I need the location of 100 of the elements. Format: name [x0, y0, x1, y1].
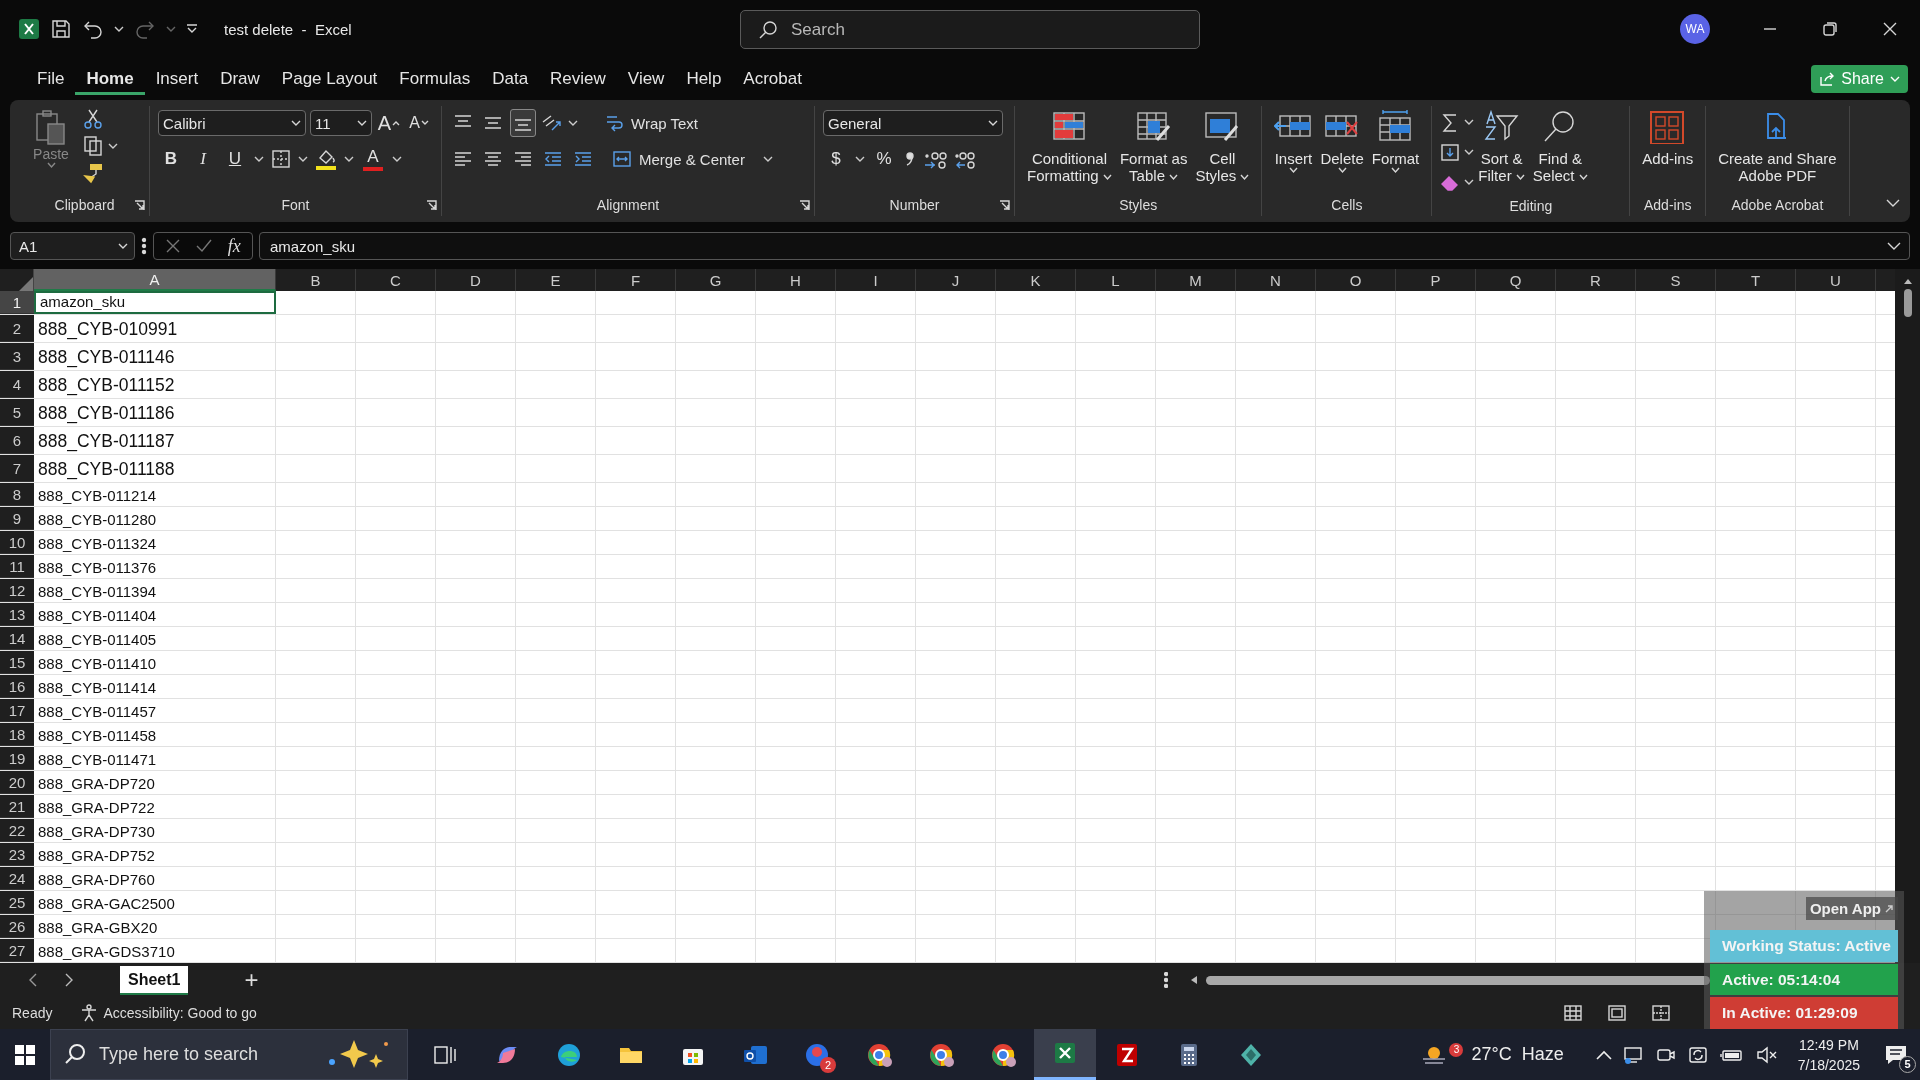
font-dropdown[interactable]: Calibri: [158, 110, 306, 136]
close-icon[interactable]: [1883, 22, 1897, 36]
cut-icon[interactable]: [82, 108, 104, 130]
normal-view-icon[interactable]: [1564, 1005, 1582, 1021]
customize-icon[interactable]: [186, 23, 198, 35]
wrap-text-button[interactable]: Wrap Text: [604, 109, 698, 137]
open-app-link[interactable]: Open App: [1805, 897, 1898, 920]
ribbon-button[interactable]: Format as Table: [1115, 108, 1192, 184]
column-header[interactable]: T: [1716, 269, 1796, 291]
menu-tab[interactable]: Data: [481, 63, 540, 95]
italic-button[interactable]: I: [190, 145, 216, 173]
percent-button[interactable]: %: [871, 145, 897, 173]
ribbon-button[interactable]: Insert: [1270, 108, 1317, 174]
ribbon-button[interactable]: Conditional Formatting: [1023, 108, 1116, 184]
row-header[interactable]: 16: [0, 675, 34, 698]
formula-field[interactable]: amazon_sku: [259, 232, 1910, 260]
column-header[interactable]: J: [916, 269, 996, 291]
row-header[interactable]: 23: [0, 843, 34, 866]
accessibility-button[interactable]: Accessibility: Good to go: [80, 1004, 257, 1022]
search-field[interactable]: Search: [740, 10, 1200, 49]
row-header[interactable]: 15: [0, 651, 34, 674]
sync-icon[interactable]: [1687, 1045, 1708, 1064]
row-header[interactable]: 24: [0, 867, 34, 890]
column-header[interactable]: L: [1076, 269, 1156, 291]
column-header[interactable]: I: [836, 269, 916, 291]
row-header[interactable]: 19: [0, 747, 34, 770]
ribbon-button[interactable]: Sort & Filter: [1474, 108, 1529, 184]
muted-speaker-icon[interactable]: [1755, 1045, 1778, 1064]
column-header[interactable]: R: [1556, 269, 1636, 291]
menu-tab[interactable]: Draw: [209, 63, 271, 95]
column-header[interactable]: S: [1636, 269, 1716, 291]
ribbon-button[interactable]: Cell Styles: [1191, 108, 1254, 184]
expand-icon[interactable]: [1887, 241, 1901, 251]
menu-tab[interactable]: Home: [75, 63, 145, 95]
row-header[interactable]: 22: [0, 819, 34, 842]
next-sheet-icon[interactable]: [64, 973, 74, 987]
column-header[interactable]: B: [276, 269, 356, 291]
collapse-ribbon-icon[interactable]: [1886, 198, 1900, 208]
name-box[interactable]: A1: [10, 232, 135, 260]
column-header[interactable]: M: [1156, 269, 1236, 291]
font-color-button[interactable]: A: [360, 145, 386, 173]
ribbon-button[interactable]: Create and Share Adobe PDF: [1714, 108, 1841, 184]
scroll-left-icon[interactable]: [1190, 975, 1198, 985]
row-header[interactable]: 1: [0, 291, 34, 314]
row-header[interactable]: 14: [0, 627, 34, 650]
row-header[interactable]: 5: [0, 399, 34, 426]
weather-text[interactable]: 27°C Haze: [1471, 1044, 1564, 1065]
borders-icon[interactable]: [270, 148, 292, 170]
column-header[interactable]: C: [356, 269, 436, 291]
row-header[interactable]: 25: [0, 891, 34, 914]
column-header[interactable]: G: [676, 269, 756, 291]
scroll-up-icon[interactable]: [1902, 277, 1913, 285]
fill-down-icon[interactable]: [1440, 142, 1461, 162]
chevron-up-icon[interactable]: [1595, 1049, 1612, 1060]
sheet-tab[interactable]: Sheet1: [120, 965, 189, 995]
scrollbar-thumb[interactable]: [1206, 975, 1710, 985]
merge-center-button[interactable]: Merge & Center: [612, 145, 745, 173]
menu-tab[interactable]: Review: [539, 63, 617, 95]
format-painter-icon[interactable]: [82, 162, 104, 184]
enter-icon[interactable]: [195, 238, 214, 254]
menu-tab[interactable]: Formulas: [388, 63, 482, 95]
avatar[interactable]: WA: [1680, 14, 1710, 44]
grow-font-button[interactable]: A: [376, 109, 402, 137]
row-header[interactable]: 4: [0, 371, 34, 398]
column-header[interactable]: E: [516, 269, 596, 291]
dialog-launcher-icon[interactable]: [999, 199, 1010, 211]
add-sheet-button[interactable]: +: [244, 966, 259, 994]
row-header[interactable]: 2: [0, 315, 34, 342]
scrollbar-thumb[interactable]: [1903, 289, 1912, 317]
dialog-launcher-icon[interactable]: [134, 199, 145, 211]
row-header[interactable]: 17: [0, 699, 34, 722]
row-header[interactable]: 6: [0, 427, 34, 454]
row-header[interactable]: 18: [0, 723, 34, 746]
column-header[interactable]: A: [34, 269, 276, 291]
row-header[interactable]: 12: [0, 579, 34, 602]
previous-sheet-icon[interactable]: [28, 973, 38, 987]
menu-tab[interactable]: Page Layout: [270, 63, 389, 95]
row-header[interactable]: 9: [0, 507, 34, 530]
row-header[interactable]: 26: [0, 915, 34, 938]
more-icon[interactable]: [141, 237, 147, 255]
more-icon[interactable]: [1164, 972, 1168, 988]
column-header[interactable]: F: [596, 269, 676, 291]
row-header[interactable]: 11: [0, 555, 34, 578]
bold-button[interactable]: B: [158, 145, 184, 173]
row-header[interactable]: 20: [0, 771, 34, 794]
align-bottom-button[interactable]: [510, 109, 536, 137]
column-header[interactable]: P: [1396, 269, 1476, 291]
clock[interactable]: 12:49 PM 7/18/2025: [1797, 1034, 1860, 1075]
fill-color-icon[interactable]: [314, 147, 338, 171]
column-header[interactable]: D: [436, 269, 516, 291]
insert-function-button[interactable]: fx: [227, 235, 241, 257]
ribbon-button[interactable]: Format: [1367, 108, 1424, 174]
underline-button[interactable]: U: [222, 145, 248, 173]
menu-tab[interactable]: Acrobat: [732, 63, 813, 95]
start-icon[interactable]: [14, 1043, 36, 1066]
row-header[interactable]: 7: [0, 455, 34, 482]
cancel-icon[interactable]: [165, 238, 182, 254]
row-header[interactable]: 27: [0, 939, 34, 962]
font-size-dropdown[interactable]: 11: [310, 110, 372, 136]
shrink-font-button[interactable]: A: [406, 109, 432, 137]
